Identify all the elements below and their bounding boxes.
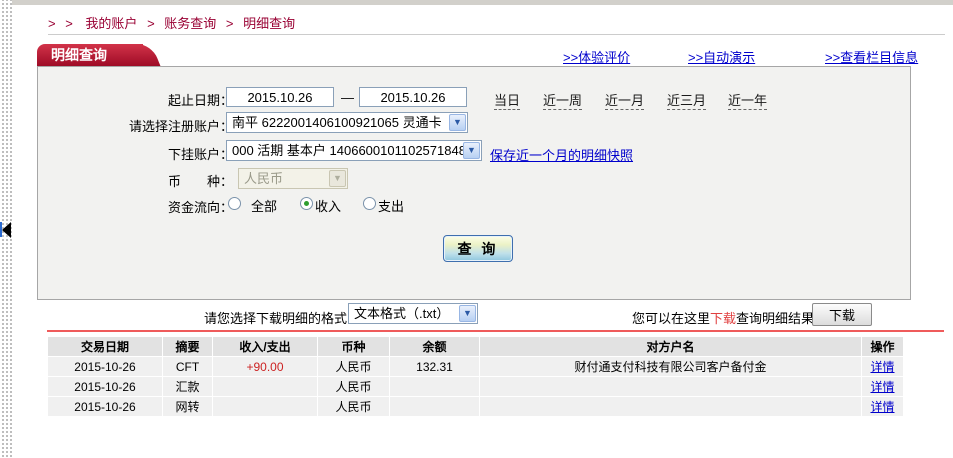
sub-account-select[interactable]: 000 活期 基本户 1406600101102571848 ▼ [226,140,482,161]
breadcrumb-prefix: > > [48,16,76,31]
red-divider [47,330,944,332]
breadcrumb-separator: > [226,16,234,31]
col-header-date: 交易日期 [48,337,163,356]
cell-amount [213,397,318,416]
cell-counterparty: 财付通支付科技有限公司客户备付金 [480,357,862,376]
radio-all[interactable] [228,197,241,210]
save-snapshot-link[interactable]: 保存近一个月的明细快照 [490,145,633,164]
table-header-row: 交易日期 摘要 收入/支出 币种 余额 对方户名 操作 [48,337,903,356]
cell-balance: 132.31 [390,357,480,376]
quick-range-3months[interactable]: 近三月 [667,90,706,110]
cell-amount [213,377,318,396]
col-header-counterparty: 对方户名 [480,337,862,356]
cell-currency: 人民币 [318,377,390,396]
download-hint: 您可以在这里下载查询明细结果 [632,308,814,327]
link-auto-demo[interactable]: >>自动演示 [688,47,755,66]
chevron-down-icon: ▼ [463,142,480,159]
table-row: 2015-10-26 汇款 人民币 详情 [48,377,903,396]
currency-select: 人民币 ▼ [238,168,348,189]
cell-summary: 汇款 [163,377,213,396]
col-header-action: 操作 [862,337,903,356]
cell-date: 2015-10-26 [48,397,163,416]
collapse-left-arrow-icon [2,222,11,238]
download-hint-after: 查询明细结果 [736,311,814,326]
radio-income-label[interactable]: 收入 [315,196,341,215]
col-header-summary: 摘要 [163,337,213,356]
chevron-down-icon: ▼ [449,114,466,131]
date-to-input[interactable] [359,87,467,107]
cell-balance [390,377,480,396]
radio-expense-label[interactable]: 支出 [378,196,404,215]
quick-range-month[interactable]: 近一月 [605,90,644,110]
download-format-value: 文本格式（.txt） [354,306,449,321]
cell-date: 2015-10-26 [48,377,163,396]
results-table: 交易日期 摘要 收入/支出 币种 余额 对方户名 操作 2015-10-26 C… [48,337,903,417]
breadcrumb-item-detail-query[interactable]: 明细查询 [243,16,295,31]
chevron-down-icon: ▼ [459,305,476,322]
chevron-down-icon: ▼ [329,170,346,187]
breadcrumb-item-my-account[interactable]: 我的账户 [85,16,137,31]
col-header-amount: 收入/支出 [213,337,318,356]
top-divider-bar [12,0,953,5]
date-range-label: 起止日期： [83,90,233,109]
download-format-select[interactable]: 文本格式（.txt） ▼ [348,303,478,324]
radio-all-label[interactable]: 全部 [251,196,277,215]
cell-counterparty [480,397,862,416]
cell-currency: 人民币 [318,397,390,416]
col-header-currency: 币种 [318,337,390,356]
registered-account-label: 请选择注册账户： [83,116,233,135]
cell-currency: 人民币 [318,357,390,376]
download-hint-red: 下载 [710,311,736,326]
cell-date: 2015-10-26 [48,357,163,376]
date-from-input[interactable] [226,87,334,107]
detail-link[interactable]: 详情 [870,358,894,375]
breadcrumb-divider [48,34,945,35]
detail-link[interactable]: 详情 [870,378,894,395]
download-format-label: 请您选择下载明细的格式 [180,308,347,327]
query-button[interactable]: 查 询 [443,235,513,262]
breadcrumb-separator: > [147,16,155,31]
table-row: 2015-10-26 CFT +90.00 人民币 132.31 财付通支付科技… [48,357,903,376]
download-hint-before: 您可以在这里 [632,311,710,326]
currency-label: 币 种： [83,171,233,190]
link-view-column-info[interactable]: >>查看栏目信息 [825,47,918,66]
radio-expense[interactable] [363,197,376,210]
currency-value: 人民币 [244,171,283,186]
cell-summary: 网转 [163,397,213,416]
table-row: 2015-10-26 网转 人民币 详情 [48,397,903,416]
date-dash: — [341,90,354,105]
sub-account-value: 000 活期 基本户 1406600101102571848 [232,143,466,158]
col-header-balance: 余额 [390,337,480,356]
cell-balance [390,397,480,416]
quick-range-today[interactable]: 当日 [494,90,520,110]
fund-flow-label: 资金流向： [83,197,233,216]
registered-account-select[interactable]: 南平 6222001406100921065 灵通卡 ▼ [226,112,468,133]
detail-link[interactable]: 详情 [870,398,894,415]
page: > > 我的账户 > 账务查询 > 明细查询 明细查询 >>体验评价 >>自动演… [0,0,953,458]
sub-account-label: 下挂账户： [83,144,233,163]
download-button[interactable]: 下载 [812,303,872,326]
radio-income[interactable] [300,197,313,210]
link-experience-rating[interactable]: >>体验评价 [563,47,630,66]
sidebar-collapse-handle[interactable] [0,221,13,238]
registered-account-value: 南平 6222001406100921065 灵通卡 [232,115,442,130]
quick-range-week[interactable]: 近一周 [543,90,582,110]
cell-counterparty [480,377,862,396]
cell-amount: +90.00 [213,357,318,376]
page-title: 明细查询 [51,47,107,63]
breadcrumb: > > 我的账户 > 账务查询 > 明细查询 [48,13,295,32]
page-title-tab: 明细查询 [37,44,143,66]
breadcrumb-item-account-query[interactable]: 账务查询 [164,16,216,31]
quick-range-year[interactable]: 近一年 [728,90,767,110]
cell-summary: CFT [163,357,213,376]
